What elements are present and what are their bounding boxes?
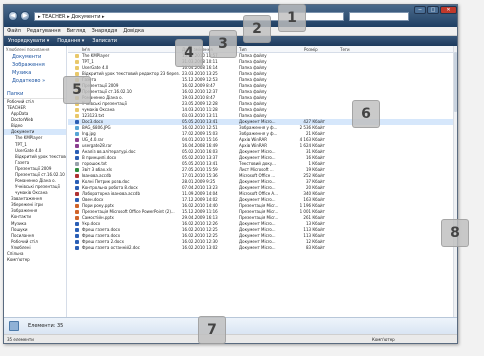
menu-file[interactable]: Файл [4, 27, 24, 36]
menu-tools[interactable]: Знаряддя [89, 27, 121, 36]
file-icon [75, 216, 79, 220]
file-list: The KMPlayer15.02.2010 13:57Папка файлуT… [68, 53, 457, 251]
status-bar: 35 елементи Комп'ютер [4, 334, 457, 343]
close-icon[interactable]: ✕ [440, 6, 457, 14]
title-bar: ◀ ▶ ▸ TEACHER ▸ Документи ▸ ─ □ ✕ [4, 5, 457, 27]
callout-badge-6: 6 [352, 100, 380, 128]
file-icon [75, 210, 79, 214]
file-icon [75, 138, 79, 142]
column-type[interactable]: Тип [239, 46, 247, 53]
favorite-pictures[interactable]: Зображення [4, 61, 66, 69]
scrollbar-thumb[interactable] [454, 52, 457, 112]
file-icon [75, 246, 79, 250]
folder-icon [75, 66, 79, 70]
folder-icon [75, 72, 79, 76]
file-icon [75, 228, 79, 232]
folder-icon [75, 60, 79, 64]
callout-badge-1: 1 [278, 4, 306, 32]
items-count: Елементи: 35 [28, 323, 64, 329]
folders-title[interactable]: Папки [4, 85, 66, 99]
column-name[interactable]: Ім'я [82, 46, 90, 53]
file-icon [75, 192, 79, 196]
menu-help[interactable]: Довідка [120, 27, 147, 36]
favorite-music[interactable]: Музика [4, 69, 66, 77]
vertical-scrollbar[interactable] [453, 46, 457, 317]
folder-tree: Робочий стіл TEACHER AppData DoctorWeb Відео… [4, 99, 66, 263]
file-icon [75, 156, 79, 160]
status-location: Комп'ютер [372, 337, 395, 342]
callout-badge-5: 5 [63, 76, 91, 104]
folder-icon [75, 108, 79, 112]
favorite-documents[interactable]: Документи [4, 53, 66, 61]
file-icon [75, 222, 79, 226]
organize-button[interactable]: Упорядкувати ▾ [4, 36, 53, 46]
column-size[interactable]: Розмір [304, 46, 318, 53]
file-icon [75, 162, 79, 166]
file-icon [75, 240, 79, 244]
forward-icon[interactable]: ▶ [20, 11, 30, 21]
file-icon [75, 150, 79, 154]
maximize-icon[interactable]: □ [427, 6, 439, 14]
folder-icon [75, 54, 79, 58]
column-tags[interactable]: Теги [340, 46, 350, 53]
minimize-icon[interactable]: ─ [414, 6, 426, 14]
tree-item[interactable]: Комп'ютер [4, 257, 66, 263]
callout-badge-8: 8 [441, 219, 469, 247]
details-pane: Елементи: 35 [4, 317, 457, 334]
file-size: 83 Кбайт [305, 245, 325, 250]
callout-badge-7: 7 [198, 316, 226, 344]
search-input[interactable] [349, 12, 409, 21]
file-icon [75, 120, 79, 124]
status-items: 35 елементи [7, 337, 34, 342]
file-list-pane: Ім'я Дата змінення Тип Розмір Теги The K… [68, 46, 457, 317]
file-icon [75, 168, 79, 172]
file-icon [75, 126, 79, 130]
callout-badge-3: 3 [209, 30, 237, 58]
burn-button[interactable]: Записати [88, 36, 121, 46]
file-icon [75, 198, 79, 202]
callout-badge-2: 2 [243, 15, 271, 43]
views-button[interactable]: Подання ▾ [53, 36, 88, 46]
callout-badge-4: 4 [175, 39, 203, 67]
folder-icon [9, 321, 19, 331]
file-name: Фреш газета останній2.doc [82, 245, 140, 250]
favorites-more-link[interactable]: Додатково » [4, 77, 66, 85]
back-icon[interactable]: ◀ [8, 11, 18, 21]
file-icon [75, 234, 79, 238]
file-icon [75, 144, 79, 148]
file-icon [75, 186, 79, 190]
file-icon [75, 174, 79, 178]
file-icon [75, 180, 79, 184]
menu-view[interactable]: Вигляд [64, 27, 89, 36]
menu-edit[interactable]: Редагування [24, 27, 64, 36]
file-row[interactable]: Фреш газета останній2.doc 16.02.2010 13:0… [68, 245, 457, 251]
file-date: 16.02.2010 13:02 [182, 245, 218, 250]
favorites-title: Улюблені посилання [6, 47, 50, 52]
file-icon [75, 204, 79, 208]
file-icon [75, 132, 79, 136]
column-header: Ім'я Дата змінення Тип Розмір Теги [68, 46, 457, 53]
navigation-pane: Улюблені посилання Документи Зображення … [4, 46, 67, 317]
folder-icon [75, 114, 79, 118]
